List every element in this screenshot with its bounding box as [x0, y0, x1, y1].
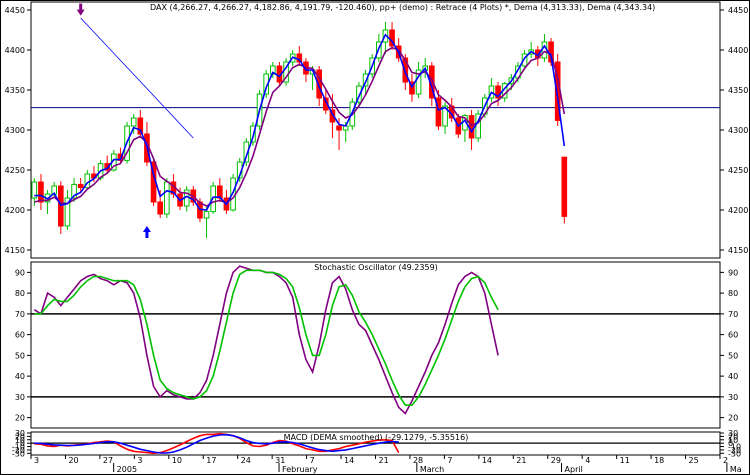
y-tick-label-right: 90 [728, 268, 738, 277]
candle [336, 125, 342, 131]
y-tick-label-left: 70 [15, 310, 25, 319]
candle [163, 181, 170, 215]
stochastic-title: Stochastic Oscillator (49.2359) [314, 263, 438, 272]
month-label: 2005 [117, 465, 137, 474]
x-tick-label: 14 [344, 456, 354, 465]
candle [157, 201, 164, 215]
candle [130, 117, 137, 127]
month-label: March [420, 465, 444, 474]
candle [77, 183, 84, 189]
chart: 4150415042004200425042504300430043504350… [0, 0, 750, 475]
x-tick-label: 14 [482, 456, 492, 465]
y-tick-label-right: 4150 [728, 246, 748, 255]
x-tick-label: 4 [585, 456, 590, 465]
price-chart-title: DAX (4,266.27, 4,266.27, 4,182.86, 4,191… [150, 3, 655, 12]
y-tick-label-left: 50 [15, 351, 25, 360]
x-tick-label: 3 [137, 456, 142, 465]
x-tick-label: 21 [516, 456, 526, 465]
candle [468, 115, 475, 139]
y-tick-label-left: 60 [15, 331, 25, 340]
y-tick-label-left: 90 [15, 268, 25, 277]
y-tick-label-right: 4450 [728, 6, 748, 15]
x-tick-label: 10 [172, 456, 182, 465]
y-tick-label-left: 4150 [5, 246, 25, 255]
y-tick-label-right: 4250 [728, 166, 748, 175]
y-tick-label-right: 40 [728, 372, 738, 381]
y-tick-label-left: 30 [15, 393, 25, 402]
y-tick-label-left: 4250 [5, 166, 25, 175]
y-tick-label-left: 4400 [5, 46, 25, 55]
x-tick-label: 7 [447, 456, 452, 465]
x-tick-label: 3 [34, 456, 39, 465]
x-tick-label: 7 [310, 456, 315, 465]
y-tick-label-right: 60 [728, 331, 738, 340]
y-tick-label-right: 4400 [728, 46, 748, 55]
y-tick-label-left: 4350 [5, 86, 25, 95]
candle [203, 211, 210, 219]
y-tick-label-left: 30 [15, 429, 25, 438]
y-tick-label-right: 4200 [728, 206, 748, 215]
y-tick-label-left: 4450 [5, 6, 25, 15]
x-tick-label: 11 [620, 456, 630, 465]
candle [38, 181, 44, 203]
y-tick-label-left: 4300 [5, 126, 25, 135]
y-tick-label-right: 4350 [728, 86, 748, 95]
y-tick-label-right: 50 [728, 351, 738, 360]
month-label: Ma [730, 465, 742, 474]
x-tick-label: 21 [379, 456, 389, 465]
y-tick-label-left: 80 [15, 289, 25, 298]
y-tick-label-left: 4200 [5, 206, 25, 215]
y-tick-label-right: 80 [728, 289, 738, 298]
y-tick-label-left: 40 [15, 372, 25, 381]
x-tick-label: 20 [68, 456, 78, 465]
x-tick-label: 18 [654, 456, 664, 465]
y-tick-label-right: 30 [728, 393, 738, 402]
x-tick-label: 31 [275, 456, 285, 465]
x-tick-label: 27 [103, 456, 113, 465]
candle [216, 185, 223, 199]
y-tick-label-left: 20 [15, 414, 25, 423]
candle [561, 156, 568, 217]
x-tick-label: 17 [206, 456, 216, 465]
y-tick-label-right: 30 [728, 429, 738, 438]
x-tick-label: 24 [241, 456, 251, 465]
panel-frame-1 [30, 1, 721, 259]
x-tick-label: 25 [689, 456, 699, 465]
x-tick-label: 28 [413, 456, 423, 465]
y-tick-label-right: 4300 [728, 126, 748, 135]
x-tick-label: 29 [551, 456, 561, 465]
y-tick-label-right: 20 [728, 414, 738, 423]
month-label: February [282, 465, 318, 474]
y-tick-label-right: 70 [728, 310, 738, 319]
macd-title: MACD (DEMA smoothed) (-29.1279, -5.35516… [284, 433, 469, 442]
month-label: April [565, 465, 583, 474]
